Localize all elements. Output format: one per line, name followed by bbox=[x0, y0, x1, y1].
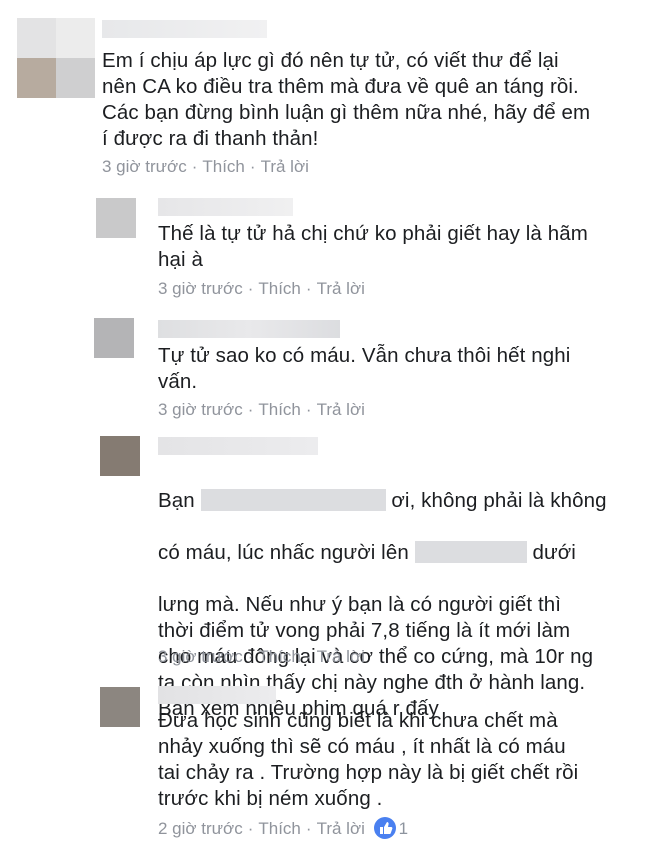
comment-meta: 3 giờ trước · Thích · Trả lời bbox=[158, 400, 365, 420]
timestamp[interactable]: 2 giờ trước bbox=[158, 819, 243, 839]
commenter-name-redacted[interactable] bbox=[158, 437, 318, 455]
like-count: 1 bbox=[398, 819, 409, 838]
like-link[interactable]: Thích bbox=[258, 819, 301, 839]
like-link[interactable]: Thích bbox=[202, 157, 245, 177]
commenter-name-redacted[interactable] bbox=[158, 320, 340, 338]
like-link[interactable]: Thích bbox=[258, 279, 301, 299]
comment-text: Đứa học sinh cũng biết là khi chưa chết … bbox=[158, 709, 579, 810]
avatar[interactable] bbox=[17, 18, 95, 98]
like-link[interactable]: Thích bbox=[258, 400, 301, 420]
reply-link[interactable]: Trả lời bbox=[261, 157, 309, 177]
like-link[interactable]: Thích bbox=[258, 647, 301, 667]
timestamp[interactable]: 3 giờ trước bbox=[102, 157, 187, 177]
avatar[interactable] bbox=[100, 436, 140, 476]
avatar[interactable] bbox=[96, 198, 136, 238]
timestamp[interactable]: 3 giờ trước bbox=[158, 279, 243, 299]
reply-link[interactable]: Trả lời bbox=[317, 647, 365, 667]
comment-meta: 2 giờ trước · Thích · Trả lời 1 bbox=[158, 817, 409, 839]
comment-text: Bạn ơi, không phải là không có máu, lúc … bbox=[158, 489, 607, 720]
redacted-text bbox=[414, 541, 527, 563]
commenter-name-redacted[interactable] bbox=[158, 198, 293, 216]
avatar[interactable] bbox=[94, 318, 134, 358]
comment-text: Thế là tự tử hả chị chứ ko phải giết hay… bbox=[158, 222, 588, 271]
comment-text: Tự tử sao ko có máu. Vẫn chưa thôi hết n… bbox=[158, 344, 571, 393]
reply-link[interactable]: Trả lời bbox=[317, 400, 365, 420]
redacted-mention bbox=[200, 489, 386, 511]
avatar[interactable] bbox=[100, 687, 140, 727]
comment-meta: 3 giờ trước · Thích · Trả lời bbox=[102, 157, 309, 177]
thumbs-up-icon[interactable] bbox=[373, 817, 396, 839]
timestamp[interactable]: 3 giờ trước bbox=[158, 400, 243, 420]
reply-link[interactable]: Trả lời bbox=[317, 279, 365, 299]
commenter-name-redacted[interactable] bbox=[158, 686, 276, 704]
comment-meta: 3 giờ trước · Thích · Trả lời bbox=[158, 647, 365, 667]
timestamp[interactable]: 3 giờ trước bbox=[158, 647, 243, 667]
comment-meta: 3 giờ trước · Thích · Trả lời bbox=[158, 279, 365, 299]
commenter-name-redacted[interactable] bbox=[102, 20, 267, 38]
reply-link[interactable]: Trả lời bbox=[317, 819, 365, 839]
comment-text: Em í chịu áp lực gì đó nên tự tử, có viế… bbox=[102, 49, 591, 150]
